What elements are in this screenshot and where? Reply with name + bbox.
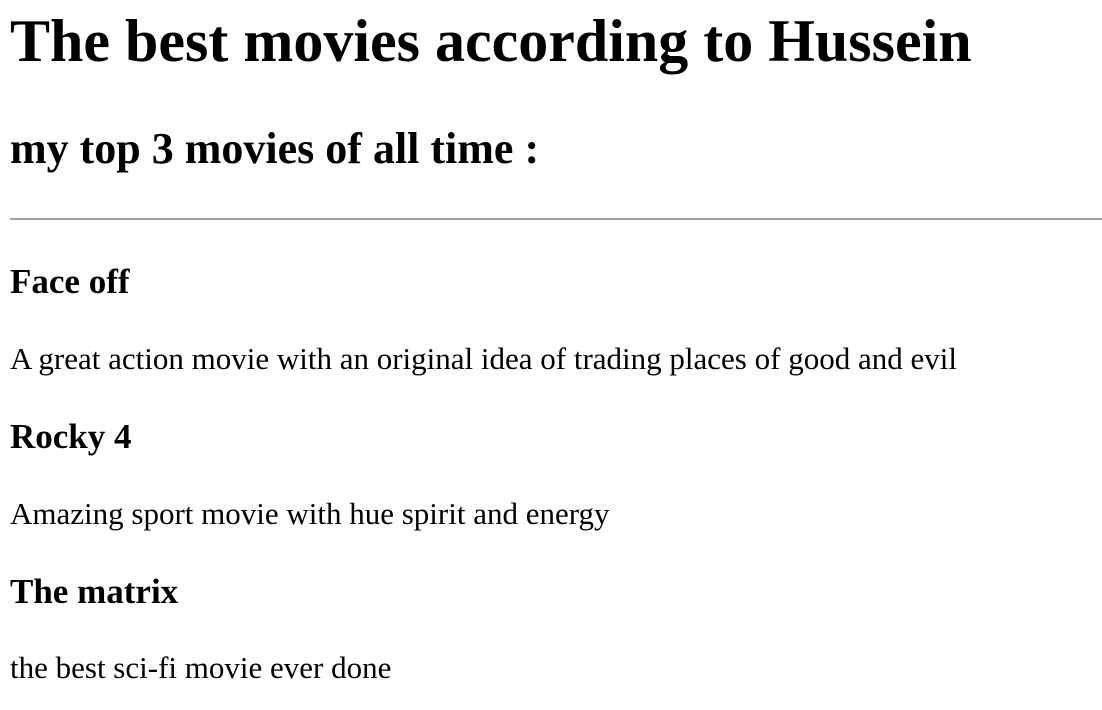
movie-title: Rocky 4 bbox=[10, 417, 132, 456]
movie-description: A great action movie with an original id… bbox=[10, 341, 957, 376]
page: The best movies according to Hussein my … bbox=[0, 0, 1102, 710]
movie-title: Face off bbox=[10, 262, 130, 301]
movie-description: Amazing sport movie with hue spirit and … bbox=[10, 496, 610, 531]
page-title: The best movies according to Hussein bbox=[10, 8, 972, 74]
divider bbox=[10, 218, 1102, 220]
page-subtitle: my top 3 movies of all time : bbox=[10, 124, 540, 173]
movie-description: the best sci-fi movie ever done bbox=[10, 650, 392, 685]
movie-title: The matrix bbox=[10, 572, 179, 611]
